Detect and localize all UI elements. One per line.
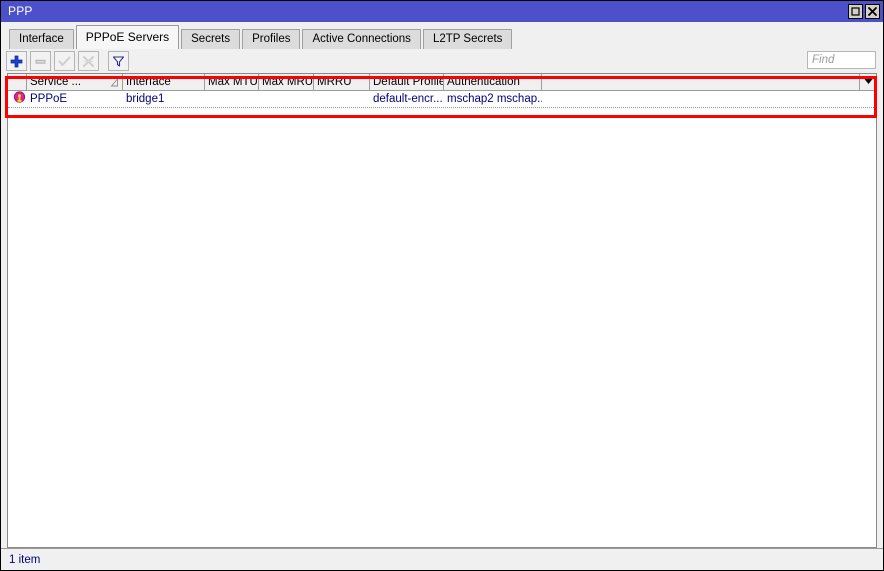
cell-authentication: mschap2 mschap... bbox=[447, 93, 542, 105]
close-button[interactable] bbox=[865, 4, 880, 19]
cell-max-mtu bbox=[205, 91, 259, 107]
column-header-mrru-label: MRRU bbox=[317, 76, 352, 88]
column-header-service[interactable]: Service ... bbox=[27, 74, 123, 90]
tab-active-connections[interactable]: Active Connections bbox=[302, 29, 421, 49]
funnel-icon bbox=[112, 55, 125, 68]
column-header-max-mru-label: Max MRU bbox=[262, 76, 314, 88]
table-row[interactable]: PPPoE bridge1 default-encr... mschap2 ms… bbox=[8, 91, 876, 108]
column-header-max-mtu-label: Max MTU bbox=[208, 76, 258, 88]
maximize-button[interactable] bbox=[848, 4, 863, 19]
window-controls bbox=[848, 4, 880, 19]
tab-strip: Interface PPPoE Servers Secrets Profiles… bbox=[1, 22, 883, 49]
column-header-authentication-label: Authentication bbox=[447, 76, 520, 88]
column-header-max-mtu[interactable]: Max MTU bbox=[205, 74, 259, 90]
table-header-gutter bbox=[8, 74, 27, 90]
remove-button[interactable] bbox=[30, 51, 51, 71]
cell-mrru bbox=[314, 91, 370, 107]
row-icon-cell bbox=[8, 91, 27, 107]
column-header-default-profile[interactable]: Default Profile bbox=[370, 74, 444, 90]
chevron-down-icon bbox=[864, 76, 873, 88]
cell-max-mru bbox=[259, 91, 314, 107]
enable-button[interactable] bbox=[54, 51, 75, 71]
ppp-window: PPP Interface PPPoE Servers Secrets Prof… bbox=[0, 0, 884, 571]
close-icon bbox=[868, 7, 877, 16]
disable-button[interactable] bbox=[78, 51, 99, 71]
window-titlebar: PPP bbox=[1, 1, 883, 22]
toolbar bbox=[1, 49, 883, 73]
column-header-interface-label: Interface bbox=[126, 76, 171, 88]
search-box[interactable] bbox=[807, 51, 876, 69]
column-header-default-profile-label: Default Profile bbox=[373, 76, 444, 88]
column-header-max-mru[interactable]: Max MRU bbox=[259, 74, 314, 90]
search-input[interactable] bbox=[808, 52, 875, 68]
cell-service: PPPoE bbox=[30, 93, 68, 105]
item-count-label: 1 item bbox=[9, 553, 41, 566]
column-header-mrru[interactable]: MRRU bbox=[314, 74, 370, 90]
add-button[interactable] bbox=[6, 51, 27, 71]
column-chooser-button[interactable] bbox=[859, 74, 876, 90]
check-icon bbox=[58, 55, 71, 68]
window-title: PPP bbox=[8, 4, 33, 18]
column-header-authentication[interactable]: Authentication bbox=[444, 74, 542, 90]
pppoe-servers-table: Service ... Interface Max MTU Max MRU MR… bbox=[7, 73, 877, 548]
pppoe-server-icon bbox=[13, 91, 26, 107]
tab-profiles[interactable]: Profiles bbox=[242, 29, 301, 49]
minus-icon bbox=[34, 55, 47, 68]
tab-interface[interactable]: Interface bbox=[9, 29, 74, 49]
cell-interface: bridge1 bbox=[126, 93, 165, 105]
plus-icon bbox=[10, 55, 23, 68]
cell-default-profile: default-encr... bbox=[373, 93, 443, 105]
status-bar: 1 item bbox=[1, 548, 883, 570]
filter-button[interactable] bbox=[108, 51, 129, 71]
tab-pppoe-servers[interactable]: PPPoE Servers bbox=[75, 25, 180, 49]
column-header-service-label: Service ... bbox=[30, 76, 82, 88]
tab-l2tp-secrets[interactable]: L2TP Secrets bbox=[422, 29, 513, 49]
sort-ascending-icon bbox=[106, 77, 119, 87]
maximize-icon bbox=[851, 7, 860, 16]
column-header-interface[interactable]: Interface bbox=[123, 74, 205, 90]
tab-secrets[interactable]: Secrets bbox=[181, 29, 241, 49]
cross-icon bbox=[82, 55, 95, 68]
column-header-filler bbox=[542, 74, 859, 90]
table-header-row: Service ... Interface Max MTU Max MRU MR… bbox=[8, 74, 876, 91]
cell-filler bbox=[542, 91, 876, 107]
